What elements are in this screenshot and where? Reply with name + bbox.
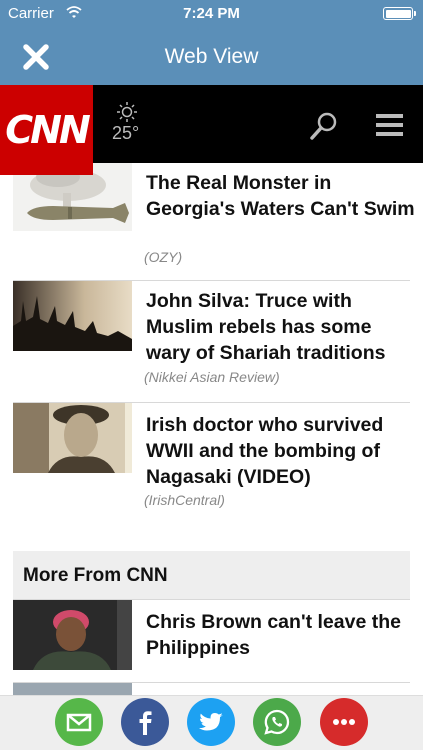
status-bar: Carrier 7:24 PM bbox=[0, 0, 423, 28]
whatsapp-share-button[interactable] bbox=[253, 698, 301, 746]
article-thumbnail bbox=[13, 600, 132, 670]
article-headline: Irish doctor who survived WWII and the b… bbox=[146, 414, 384, 488]
site-header: CNN 25° bbox=[0, 85, 423, 175]
nav-title: Web View bbox=[164, 45, 259, 68]
battery-icon bbox=[383, 7, 416, 20]
article-source: (OZY) bbox=[144, 249, 183, 265]
weather-temp: 25° bbox=[112, 123, 140, 143]
share-bar bbox=[0, 695, 423, 750]
article-headline: The Real Monster in Georgia's Waters Can… bbox=[146, 172, 415, 220]
article-headline: John Silva: Truce with Muslim rebels has… bbox=[146, 290, 386, 364]
email-icon bbox=[66, 713, 92, 732]
hamburger-menu-icon[interactable] bbox=[376, 114, 403, 136]
twitter-icon bbox=[199, 713, 223, 731]
article-thumbnail bbox=[13, 403, 132, 473]
email-share-button[interactable] bbox=[55, 698, 103, 746]
whatsapp-icon bbox=[264, 709, 290, 735]
section-header: More From CNN bbox=[13, 551, 410, 599]
facebook-share-button[interactable] bbox=[121, 698, 169, 746]
article-headline: Chris Brown can't leave the Philippines bbox=[146, 611, 401, 659]
section-title: More From CNN bbox=[23, 565, 168, 586]
close-icon[interactable] bbox=[18, 39, 54, 75]
logo-text: CNN bbox=[5, 108, 90, 152]
nav-bar: Web View bbox=[0, 28, 423, 85]
search-icon[interactable] bbox=[309, 111, 339, 141]
facebook-icon bbox=[139, 711, 152, 735]
sun-icon bbox=[117, 102, 137, 122]
cnn-logo[interactable]: CNN bbox=[0, 85, 93, 175]
more-share-button[interactable] bbox=[320, 698, 368, 746]
more-icon bbox=[333, 719, 355, 725]
article-thumbnail bbox=[13, 281, 132, 351]
status-time: 7:24 PM bbox=[183, 5, 240, 22]
twitter-share-button[interactable] bbox=[187, 698, 235, 746]
article-thumbnail bbox=[13, 683, 132, 695]
article-source: (IrishCentral) bbox=[144, 492, 225, 508]
article-source: (Nikkei Asian Review) bbox=[144, 369, 280, 385]
article-list: The Real Monster in Georgia's Waters Can… bbox=[0, 163, 423, 695]
